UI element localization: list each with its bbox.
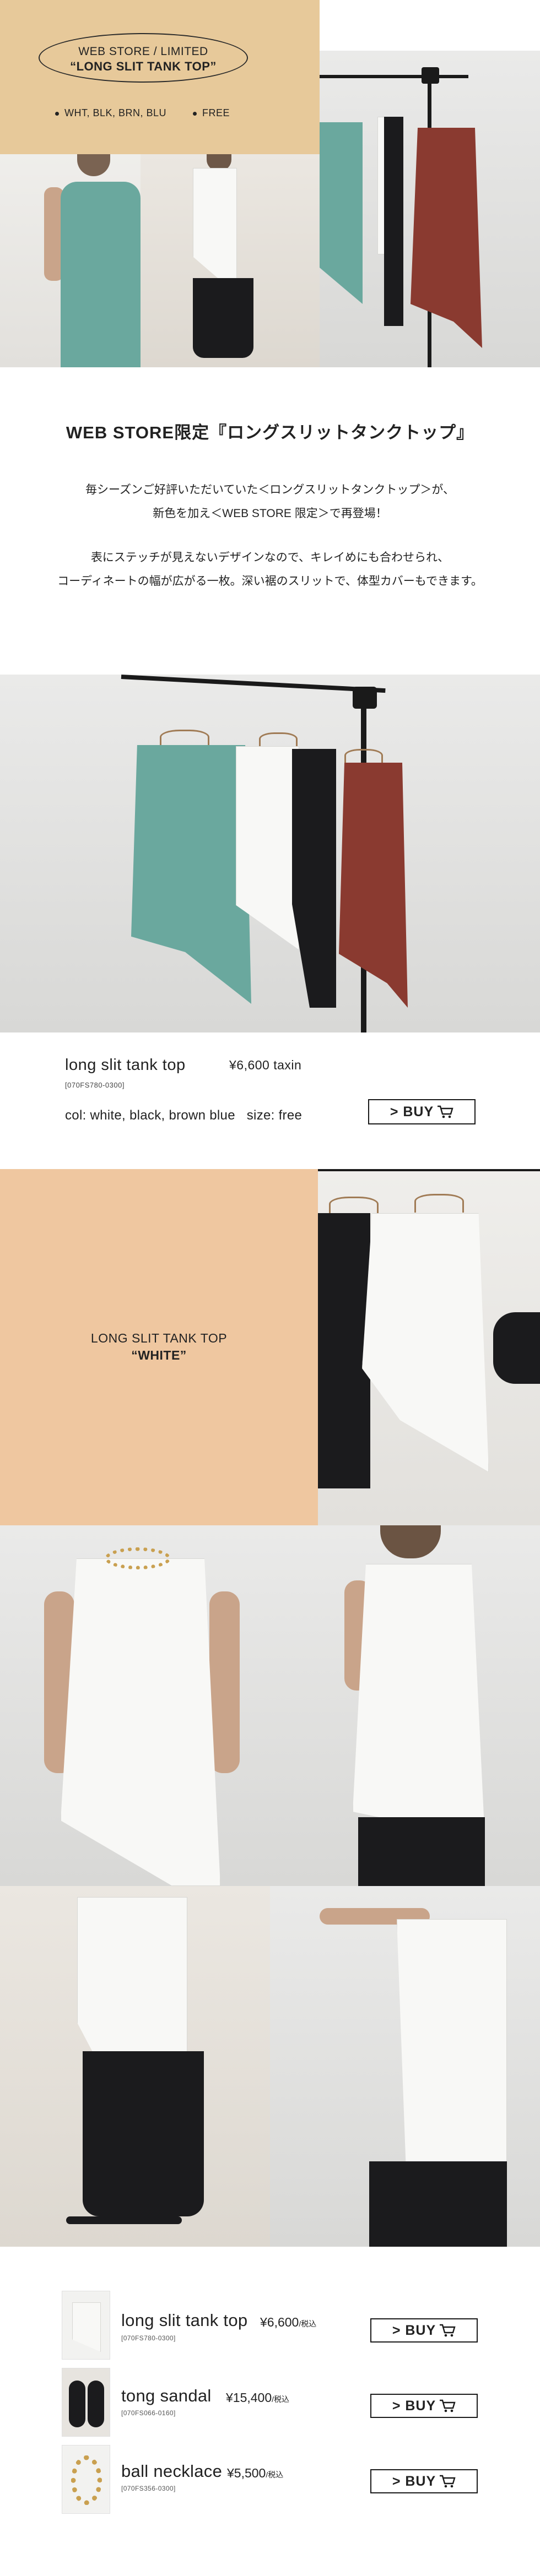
item-name: long slit tank top xyxy=(121,2311,248,2330)
white-model-photo-4 xyxy=(270,1886,540,2247)
hero-title-oval: WEB STORE / LIMITED “LONG SLIT TANK TOP” xyxy=(39,33,248,83)
hero-photo-teal-model xyxy=(0,154,141,367)
white-section-banner xyxy=(0,1169,318,1525)
hero-photo-rack xyxy=(320,51,540,367)
hero-title-line1: WEB STORE / LIMITED xyxy=(78,45,208,58)
item-name: ball necklace xyxy=(121,2461,223,2481)
cart-icon xyxy=(440,2399,456,2412)
cart-icon xyxy=(440,2475,456,2488)
item-code: [070FS780-0300] xyxy=(121,2334,176,2342)
white-section-title: LONG SLIT TANK TOP xyxy=(90,1331,228,1345)
cart-icon xyxy=(438,1105,453,1118)
item-code: [070FS066-0160] xyxy=(121,2409,176,2417)
hero-photo-white-model xyxy=(141,154,320,367)
intro-line4: コーディネートの幅が広がる一枚。深い裾のスリットで、体型カバーもできます。 xyxy=(57,575,483,588)
white-model-photo-1 xyxy=(0,1525,270,1886)
rack-photo xyxy=(0,675,540,1032)
item-code: [070FS356-0300] xyxy=(121,2485,176,2492)
buy-button-label: > BUY xyxy=(390,1104,434,1119)
hero-colors: WHT, BLK, BRN, BLU xyxy=(55,107,166,119)
white-section-subtitle: “WHITE” xyxy=(131,1348,187,1362)
hero-title-line2: “LONG SLIT TANK TOP” xyxy=(70,59,217,73)
item-thumb-tank-top[interactable] xyxy=(62,2291,110,2360)
item-price: ¥15,400/税込 xyxy=(226,2390,290,2405)
intro-line3: 表にステッチが見えないデザインなので、キレイめにも合わせられ、 xyxy=(90,551,450,564)
buy-button-item-3[interactable]: > BUY xyxy=(370,2469,478,2493)
bullet-icon xyxy=(55,111,59,116)
item-thumb-necklace[interactable] xyxy=(62,2445,110,2514)
intro-line2: 新色を加え＜WEB STORE 限定＞で再登場！ xyxy=(153,507,387,520)
bullet-icon xyxy=(193,111,197,116)
buy-button-item-2[interactable]: > BUY xyxy=(370,2394,478,2418)
intro-line1: 毎シーズンご好評いただいていた＜ロングスリットタンクトップ＞が、 xyxy=(85,483,455,496)
buy-button-main[interactable]: > BUY xyxy=(368,1099,476,1124)
hero-size: FREE xyxy=(193,107,230,119)
intro-title: WEB STORE限定『ロングスリットタンクトップ』 xyxy=(66,423,474,442)
white-rack-photo xyxy=(318,1169,540,1525)
white-model-photo-2 xyxy=(270,1525,540,1886)
cart-icon xyxy=(440,2324,456,2337)
item-price: ¥5,500/税込 xyxy=(227,2466,284,2480)
white-model-photo-3 xyxy=(0,1886,270,2247)
product-code: [070FS780-0300] xyxy=(65,1081,125,1089)
product-name: long slit tank top xyxy=(65,1056,186,1074)
item-name: tong sandal xyxy=(121,2386,212,2405)
item-price: ¥6,600/税込 xyxy=(260,2315,317,2329)
product-colors-size: col: white, black, brown blue size: free xyxy=(65,1108,303,1123)
product-price: ¥6,600 taxin xyxy=(229,1058,302,1072)
item-thumb-sandal[interactable] xyxy=(62,2368,110,2437)
buy-button-item-1[interactable]: > BUY xyxy=(370,2318,478,2343)
